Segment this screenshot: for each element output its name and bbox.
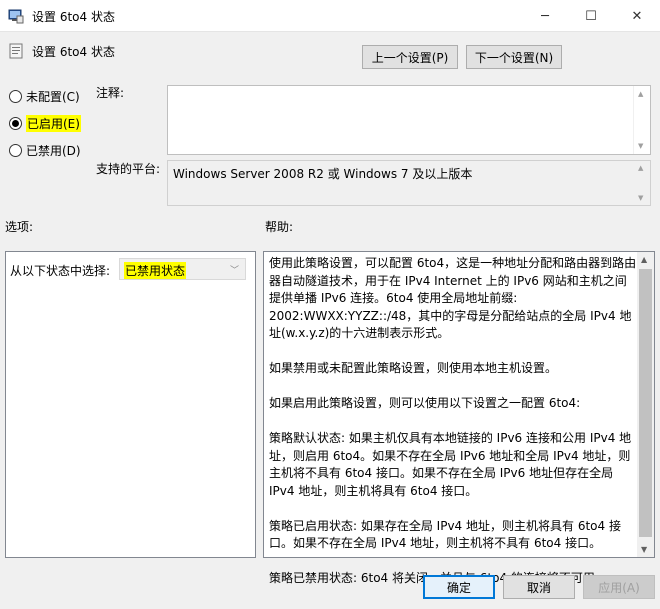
close-button[interactable]: ✕ <box>614 0 660 32</box>
comment-scrollbar[interactable]: ▲ ▼ <box>633 86 650 154</box>
cancel-button[interactable]: 取消 <box>503 575 575 599</box>
policy-window-icon <box>8 9 24 24</box>
state-select-value: 已禁用状态 <box>124 262 187 279</box>
radio-circle[interactable] <box>9 89 22 103</box>
scroll-down-icon[interactable]: ▼ <box>638 194 643 202</box>
options-panel: 从以下状态中选择: 已禁用状态 ﹀ <box>5 251 256 558</box>
platform-scrollbar[interactable]: ▲ ▼ <box>633 161 650 205</box>
maximize-button[interactable]: ☐ <box>568 0 614 32</box>
comment-textarea[interactable]: ▲ ▼ <box>167 85 651 155</box>
options-label: 选项: <box>5 220 34 234</box>
platform-textbox: Windows Server 2008 R2 或 Windows 7 及以上版本… <box>167 160 651 206</box>
scroll-up-icon[interactable]: ▲ <box>641 255 647 264</box>
apply-button[interactable]: 应用(A) <box>583 575 655 599</box>
help-paragraph: 如果禁用或未配置此策略设置，则使用本地主机设置。 <box>269 361 558 375</box>
scroll-down-icon[interactable]: ▼ <box>641 545 647 554</box>
radio-label: 未配置(C) <box>26 89 80 104</box>
platform-label: 支持的平台: <box>96 162 161 176</box>
policy-setting-icon <box>9 43 23 59</box>
help-scrollbar[interactable]: ▲ ▼ <box>637 252 654 557</box>
radio-circle[interactable] <box>9 143 22 157</box>
platform-value: Windows Server 2008 R2 或 Windows 7 及以上版本 <box>173 167 473 181</box>
scroll-up-icon[interactable]: ▲ <box>638 164 643 172</box>
window-title: 设置 6to4 状态 <box>32 10 115 24</box>
minimize-button[interactable]: ─ <box>522 0 568 32</box>
state-select[interactable]: 已禁用状态 ﹀ <box>119 258 246 280</box>
policy-name: 设置 6to4 状态 <box>32 44 115 59</box>
radio-not-configured[interactable]: 未配置(C) <box>9 87 80 105</box>
previous-setting-button[interactable]: 上一个设置(P) <box>362 45 458 69</box>
help-paragraph: 策略默认状态: 如果主机仅具有本地链接的 IPv6 连接和公用 IPv4 地址，… <box>269 431 632 498</box>
scroll-up-icon[interactable]: ▲ <box>638 90 643 98</box>
help-paragraph: 策略已启用状态: 如果存在全局 IPv4 地址，则主机将具有 6to4 接口。如… <box>269 518 621 551</box>
help-text: 使用此策略设置，可以配置 6to4，这是一种地址分配和路由器到路由器自动隧道技术… <box>269 255 637 605</box>
radio-disabled[interactable]: 已禁用(D) <box>9 141 81 159</box>
radio-enabled[interactable]: 已启用(E) <box>9 114 81 132</box>
scrollbar-thumb[interactable] <box>639 269 652 537</box>
help-panel: 使用此策略设置，可以配置 6to4，这是一种地址分配和路由器到路由器自动隧道技术… <box>263 251 655 585</box>
comment-label: 注释: <box>96 86 125 100</box>
scroll-down-icon[interactable]: ▼ <box>638 142 643 150</box>
state-select-label: 从以下状态中选择: <box>10 264 111 278</box>
radio-circle[interactable] <box>9 116 22 130</box>
radio-label: 已禁用(D) <box>26 143 81 158</box>
ok-button[interactable]: 确定 <box>423 575 495 599</box>
help-paragraph: 使用此策略设置，可以配置 6to4，这是一种地址分配和路由器到路由器自动隧道技术… <box>269 256 637 340</box>
chevron-down-icon: ﹀ <box>229 266 239 276</box>
title-bar: 设置 6to4 状态 ─ ☐ ✕ <box>0 0 660 32</box>
next-setting-button[interactable]: 下一个设置(N) <box>466 45 562 69</box>
help-paragraph: 如果启用此策略设置，则可以使用以下设置之一配置 6to4: <box>269 396 581 410</box>
help-label: 帮助: <box>265 220 294 234</box>
policy-header: 设置 6to4 状态 <box>8 42 115 60</box>
radio-label: 已启用(E) <box>26 114 81 132</box>
